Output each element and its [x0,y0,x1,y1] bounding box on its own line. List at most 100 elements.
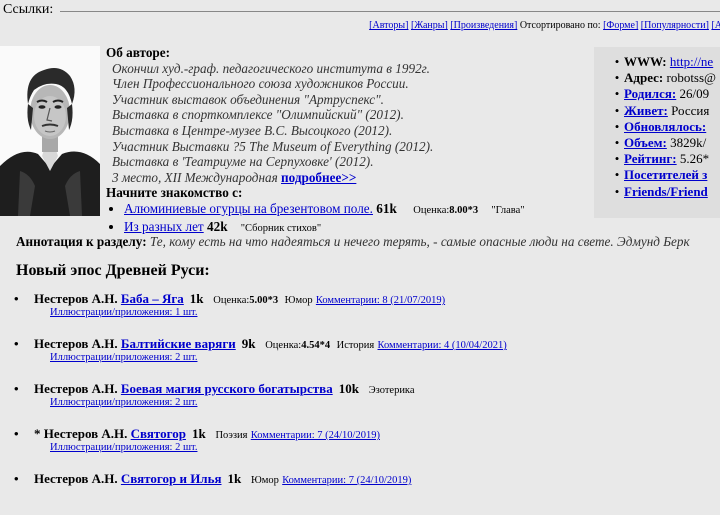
work-genre: Юмор [284,295,313,306]
work-rating-label: Оценка: [265,340,302,351]
work-author: Нестеров А.Н. [34,381,118,396]
work-attachments-link[interactable]: Иллюстрации/приложения: 1 шт. [50,307,197,318]
info-key[interactable]: Посетителей з [624,167,707,182]
info-value: 5.26* [679,151,710,167]
sort-form-link[interactable]: [Форме] [603,20,638,31]
more-link[interactable]: подробнее>> [281,170,356,185]
sort-more-link[interactable]: [А [711,20,720,31]
info-key[interactable]: Рейтинг: [624,151,677,166]
info-value[interactable]: http://ne [670,54,713,69]
links-label: Ссылки: [3,2,54,17]
info-row: • Адрес: robotss@ [594,70,720,86]
work-attachments-link[interactable]: Иллюстрации/приложения: 2 шт. [50,352,197,363]
start-item-title[interactable]: Алюминиевые огурцы на брезентовом поле. [124,201,373,216]
work-author: Нестеров А.Н. [34,336,118,351]
start-title: Начните знакомство с: [106,185,243,201]
bullet-icon: • [614,70,620,86]
work-comments-link[interactable]: Комментарии: 4 (10/04/2021) [378,340,507,351]
about-section: Об авторе: Окончил худ.-граф. педагогиче… [106,45,586,236]
work-author-name: Нестеров А.Н. [34,381,118,396]
work-title-link[interactable]: Святогор [131,426,186,441]
bullet-icon: • [614,54,620,69]
authors-link[interactable]: [Авторы] [369,20,408,31]
work-title-link[interactable]: Боевая магия русского богатырства [121,381,333,396]
bio-line: Выставка в спорткомплексе "Олимпийский" … [112,107,404,123]
bio-line: Выставка в 'Театриуме на Серпуховке' (20… [112,154,374,170]
bullet-icon: • [614,151,620,167]
info-value: 26/09 [679,86,710,102]
work-author: * Нестеров А.Н. [34,426,127,441]
work-title-link[interactable]: Баба – Яга [121,291,184,306]
start-list: Алюминиевые огурцы на брезентовом поле. … [106,201,586,236]
bullet-icon: • [14,336,19,351]
info-key: WWW: [624,54,667,69]
bullet-icon: • [614,118,620,134]
sorted-by-label: Отсортировано по: [519,20,601,31]
work-author: Нестеров А.Н. [34,291,118,306]
works-list: • Нестеров А.Н. Баба – Яга 1k Оценка:5.00*… [14,290,720,515]
genres-link[interactable]: [Жанры] [411,20,448,31]
work-size: 10k [338,381,359,396]
portrait-image [0,46,100,216]
work-title-link[interactable]: Святогор и Илья [121,471,222,486]
work-item: • Нестеров А.Н. Боевая магия русского бог… [14,380,720,425]
bio-last-text: 3 место, XII Международная [112,169,278,185]
sort-bar: [Авторы] [Жанры] [Произведения] Отсортир… [369,20,720,31]
info-row: • Родился: 26/09 [594,86,720,102]
work-genre: Эзотерика [368,385,415,396]
info-row: • Посетителей з [594,167,720,183]
bullet-icon: • [614,135,620,151]
about-title: Об авторе: [106,45,171,60]
info-row: • Объем: 3829k/ [594,135,720,151]
bio-line: Участник выставок объединения "Артруспек… [112,91,384,107]
info-key[interactable]: Родился: [624,86,676,101]
links-divider [60,11,720,12]
work-author: Нестеров А.Н. [34,471,118,486]
work-title-link[interactable]: Балтийские варяги [121,336,236,351]
start-item-title[interactable]: Из разных лет [124,219,204,234]
start-item-rating-label: Оценка: [413,204,450,216]
work-item: • * Нестеров А.Н. Святогор 1k Поэзия Комме… [14,425,720,470]
start-item-size: 61k [376,200,397,216]
work-item: • Нестеров А.Н. Балтийские варяги 9k Оценк… [14,335,720,380]
work-size: 1k [191,426,206,441]
start-item-genre: "Сборник стихов" [240,222,322,234]
work-comments-link[interactable]: Комментарии: 8 (21/07/2019) [316,295,445,306]
bullet-icon: • [614,86,620,102]
info-value: Россия [671,102,710,118]
author-portrait [0,46,100,216]
work-author-name: Нестеров А.Н. [43,426,128,441]
work-size: 9k [241,336,256,351]
work-comments-link[interactable]: Комментарии: 7 (24/10/2019) [251,430,380,441]
info-key[interactable]: Обновлялось: [624,119,706,134]
annotation-text: Те, кому есть на что надеяться и нечего … [149,234,690,249]
section-title: Новый эпос Древней Руси: [16,262,210,279]
info-row: • WWW: http://ne [594,54,720,70]
bullet-icon: • [14,291,19,306]
work-attachments-link[interactable]: Иллюстрации/приложения: 2 шт. [50,442,197,453]
annotation-label: Аннотация к разделу: [16,234,147,249]
info-key[interactable]: Живет: [624,103,668,118]
work-genre: История [336,340,375,351]
work-author-name: Нестеров А.Н. [34,471,118,486]
annotation: Аннотация к разделу: Те, кому есть на чт… [16,234,690,250]
start-title-text: Начните знакомство с [106,185,238,201]
bio-line: 3 место, XII Международная подробнее>> [106,170,586,186]
work-rating-label: Оценка: [213,295,250,306]
bio-line: Окончил худ.-граф. педагогического инсти… [112,60,430,76]
work-item: • Нестеров А.Н. Святогор и Илья 1k Юмор Ко… [14,470,720,515]
work-author-name: Нестеров А.Н. [34,336,118,351]
info-key[interactable]: Friends/Friend [624,184,708,199]
works-link[interactable]: [Произведения] [450,20,517,31]
work-size: 1k [227,471,242,486]
sort-popularity-link[interactable]: [Популярности] [641,20,709,31]
author-info-box: • WWW: http://ne • Адрес: robotss@ • Родился:… [594,47,720,218]
info-row: • Friends/Friend [594,184,720,200]
bio-line: Член Профессионального союза художников … [112,76,409,92]
work-genre: Поэзия [215,430,248,441]
bullet-icon: • [14,471,19,486]
work-attachments-link[interactable]: Иллюстрации/приложения: 2 шт. [50,397,197,408]
work-item: • Нестеров А.Н. Баба – Яга 1k Оценка:5.00*… [14,290,720,335]
work-comments-link[interactable]: Комментарии: 7 (24/10/2019) [282,475,411,486]
info-key[interactable]: Объем: [624,135,667,150]
